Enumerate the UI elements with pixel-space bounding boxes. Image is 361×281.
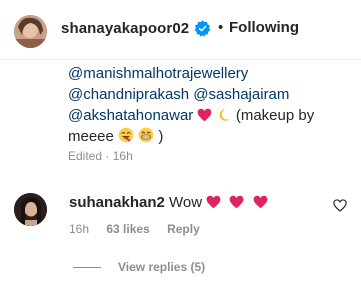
author-avatar[interactable]	[14, 15, 47, 48]
red-heart-emoji	[253, 195, 267, 209]
caption-text: (makeup by	[235, 107, 315, 124]
comment-likes[interactable]: 63 likes	[106, 222, 149, 236]
grinning-face-emoji	[138, 127, 154, 143]
red-heart-emoji	[230, 195, 244, 209]
commenter-username[interactable]: suhanakhan2	[69, 194, 165, 211]
caption-text: meeee	[68, 128, 114, 145]
caption-meta: Edited · 16h	[68, 149, 133, 163]
post-header: shanayakapoor02 • Following	[0, 0, 361, 60]
replies-divider	[73, 267, 101, 268]
smiling-face-emoji	[118, 127, 134, 143]
verified-badge-icon	[194, 20, 211, 37]
commenter-avatar[interactable]	[14, 193, 47, 226]
post-caption: @manishmalhotrajewellery @chandniprakash…	[68, 63, 358, 147]
header-divider	[0, 59, 361, 60]
comment-text: Wow	[169, 194, 203, 211]
caption-line: meeee )	[68, 126, 358, 147]
meta-separator: ·	[105, 149, 110, 163]
caption-time[interactable]: 16h	[113, 149, 133, 163]
header-separator: •	[218, 19, 224, 36]
red-heart-emoji	[206, 195, 221, 209]
reply-button[interactable]: Reply	[167, 222, 200, 236]
mention-link[interactable]: @akshatahonawar	[68, 107, 193, 124]
following-button[interactable]: Following	[229, 19, 299, 36]
comment-time[interactable]: 16h	[69, 222, 89, 236]
heart-outline-icon[interactable]	[333, 199, 347, 212]
view-replies-button[interactable]: View replies (5)	[118, 260, 205, 274]
crescent-moon-emoji	[219, 108, 230, 121]
caption-line: @akshatahonawar (makeup by	[68, 105, 358, 126]
red-heart-emoji	[198, 108, 212, 122]
comment-meta: 16h 63 likes Reply	[69, 222, 200, 236]
comment-body: suhanakhan2 Wow	[69, 193, 268, 213]
edited-label: Edited	[68, 149, 103, 163]
comment-panel: shanayakapoor02 • Following @manishmalho…	[0, 0, 361, 281]
mention-link[interactable]: @chandniprakash @sashajairam	[68, 84, 358, 105]
mention-link[interactable]: @manishmalhotrajewellery	[68, 63, 358, 84]
caption-text: )	[158, 128, 164, 145]
author-username[interactable]: shanayakapoor02	[61, 20, 189, 37]
